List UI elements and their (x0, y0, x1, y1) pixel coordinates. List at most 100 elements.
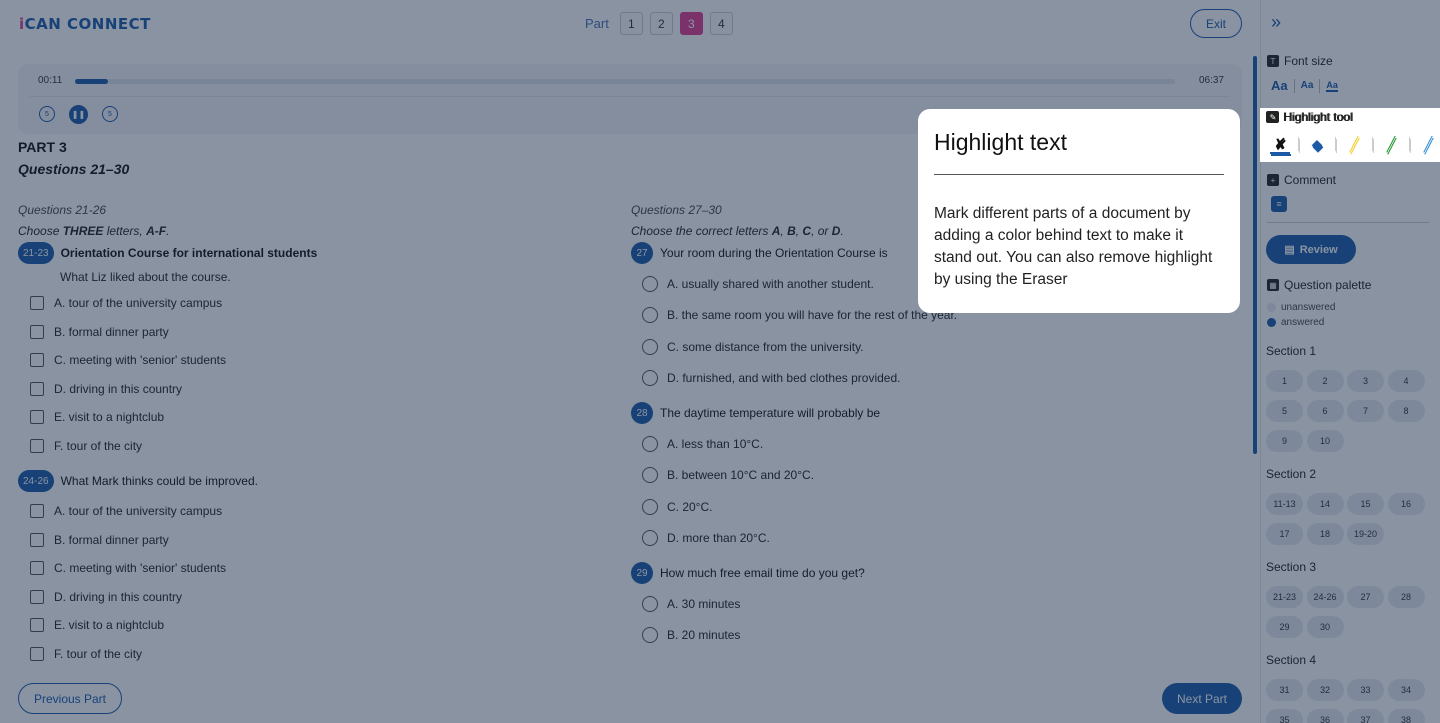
exit-button[interactable]: Exit (1190, 9, 1242, 38)
radio-option[interactable]: D. more than 20°C. (642, 523, 1211, 555)
question-palette-button[interactable]: 2 (1306, 370, 1344, 392)
question-palette-button[interactable]: 8 (1387, 400, 1425, 422)
checkbox[interactable] (30, 532, 44, 547)
radio-option[interactable]: D. furnished, and with bed clothes provi… (642, 363, 1211, 395)
checkbox[interactable] (30, 296, 44, 311)
collapse-sidebar-icon[interactable]: » (1271, 12, 1281, 33)
no-highlight-icon[interactable]: ✘ (1271, 136, 1291, 156)
previous-part-button[interactable]: Previous Part (18, 683, 122, 714)
question-palette-button[interactable]: 37 (1347, 709, 1384, 723)
checkbox-option[interactable]: D. driving in this country (30, 583, 598, 612)
question-palette-button[interactable]: 1 (1266, 370, 1303, 392)
checkbox[interactable] (30, 438, 44, 453)
question-palette-button[interactable]: 10 (1306, 430, 1344, 452)
checkbox[interactable] (30, 646, 44, 661)
radio-button[interactable] (642, 338, 658, 355)
question-palette-button[interactable]: 29 (1266, 616, 1303, 638)
question-palette-button[interactable]: 7 (1347, 400, 1384, 422)
tooltip-title: Highlight text (934, 129, 1224, 175)
checkbox-option[interactable]: B. formal dinner party (30, 526, 598, 555)
question-palette-button[interactable]: 19-20 (1347, 523, 1384, 545)
part-button-4[interactable]: 4 (709, 12, 733, 35)
question-palette-button[interactable]: 18 (1306, 523, 1344, 545)
question-palette-button[interactable]: 24-26 (1306, 586, 1344, 608)
checkbox[interactable] (30, 618, 44, 633)
checkbox-option[interactable]: B. formal dinner party (30, 318, 598, 347)
font-size-medium[interactable]: Aa (1301, 80, 1314, 91)
question-palette-button[interactable]: 6 (1306, 400, 1344, 422)
radio-option[interactable]: B. between 10°C and 20°C. (642, 460, 1211, 492)
audio-progress-track[interactable] (75, 79, 1175, 84)
comment-icon[interactable]: ≡ (1271, 196, 1287, 212)
checkbox[interactable] (30, 410, 44, 425)
rewind-icon[interactable]: 5 (39, 106, 55, 122)
option-label: B. the same room you will have for the r… (667, 308, 958, 323)
checkbox[interactable] (30, 353, 44, 368)
question-palette-button[interactable]: 33 (1347, 679, 1384, 701)
question-palette-button[interactable]: 21-23 (1266, 586, 1303, 608)
part-button-2[interactable]: 2 (649, 12, 673, 35)
radio-option[interactable]: A. 30 minutes (642, 588, 1211, 620)
checkbox[interactable] (30, 324, 44, 339)
checkbox-option[interactable]: C. meeting with 'senior' students (30, 554, 598, 583)
question-palette-button[interactable]: 15 (1347, 493, 1384, 515)
question-palette-button[interactable]: 4 (1387, 370, 1425, 392)
checkbox-option[interactable]: D. driving in this country (30, 375, 598, 404)
checkbox-option[interactable]: E. visit to a nightclub (30, 611, 598, 640)
radio-button[interactable] (642, 370, 658, 387)
radio-button[interactable] (642, 307, 658, 324)
radio-button[interactable] (642, 467, 658, 484)
question-palette-button[interactable]: 34 (1387, 679, 1425, 701)
checkbox[interactable] (30, 561, 44, 576)
green-highlighter-icon[interactable]: ╱ (1382, 136, 1402, 156)
question-palette-button[interactable]: 9 (1266, 430, 1303, 452)
checkbox-option[interactable]: F. tour of the city (30, 432, 598, 461)
forward-icon[interactable]: 5 (102, 106, 118, 122)
checkbox-option[interactable]: A. tour of the university campus (30, 497, 598, 526)
checkbox-option[interactable]: F. tour of the city (30, 640, 598, 669)
checkbox[interactable] (30, 589, 44, 604)
next-part-button[interactable]: Next Part (1162, 683, 1242, 714)
pause-icon[interactable]: ❚❚ (69, 105, 88, 124)
part-button-1[interactable]: 1 (619, 12, 643, 35)
checkbox-option[interactable]: A. tour of the university campus (30, 289, 598, 318)
eraser-icon[interactable]: ◆ (1308, 136, 1328, 156)
radio-option[interactable]: C. 20°C. (642, 491, 1211, 523)
question-palette-button[interactable]: 3 (1347, 370, 1384, 392)
checkbox[interactable] (30, 504, 44, 519)
question-palette-button[interactable]: 30 (1306, 616, 1344, 638)
checkbox[interactable] (30, 381, 44, 396)
radio-button[interactable] (642, 275, 658, 292)
radio-button[interactable] (642, 530, 658, 547)
radio-option[interactable]: B. 20 minutes (642, 620, 1211, 652)
radio-button[interactable] (642, 435, 658, 452)
radio-option[interactable]: C. some distance from the university. (642, 331, 1211, 363)
review-button[interactable]: ▤ Review (1266, 235, 1356, 264)
question-palette-button[interactable]: 27 (1347, 586, 1384, 608)
radio-button[interactable] (642, 498, 658, 515)
radio-button[interactable] (642, 595, 658, 612)
question-palette-button[interactable]: 35 (1266, 709, 1303, 723)
question-palette-button[interactable]: 5 (1266, 400, 1303, 422)
radio-option[interactable]: A. less than 10°C. (642, 428, 1211, 460)
font-size-small[interactable]: Aa (1326, 80, 1338, 92)
scrollbar[interactable] (1253, 56, 1257, 454)
radio-button[interactable] (642, 627, 658, 644)
question-palette-button[interactable]: 17 (1266, 523, 1303, 545)
font-size-large[interactable]: Aa (1271, 78, 1288, 93)
question-palette-button[interactable]: 38 (1387, 709, 1425, 723)
question-palette-button[interactable]: 32 (1306, 679, 1344, 701)
question-palette-button[interactable]: 36 (1306, 709, 1344, 723)
review-icon: ▤ (1284, 244, 1295, 256)
checkbox-option[interactable]: E. visit to a nightclub (30, 403, 598, 432)
question-palette-button[interactable]: 11-13 (1266, 493, 1303, 515)
question-palette-button[interactable]: 31 (1266, 679, 1303, 701)
palette-section-label: Section 4 (1266, 653, 1317, 667)
blue-highlighter-icon[interactable]: ╱ (1419, 136, 1439, 156)
yellow-highlighter-icon[interactable]: ╱ (1345, 136, 1365, 156)
question-palette-button[interactable]: 16 (1387, 493, 1425, 515)
question-palette-button[interactable]: 28 (1387, 586, 1425, 608)
checkbox-option[interactable]: C. meeting with 'senior' students (30, 346, 598, 375)
question-palette-button[interactable]: 14 (1306, 493, 1344, 515)
part-button-3[interactable]: 3 (679, 12, 703, 35)
